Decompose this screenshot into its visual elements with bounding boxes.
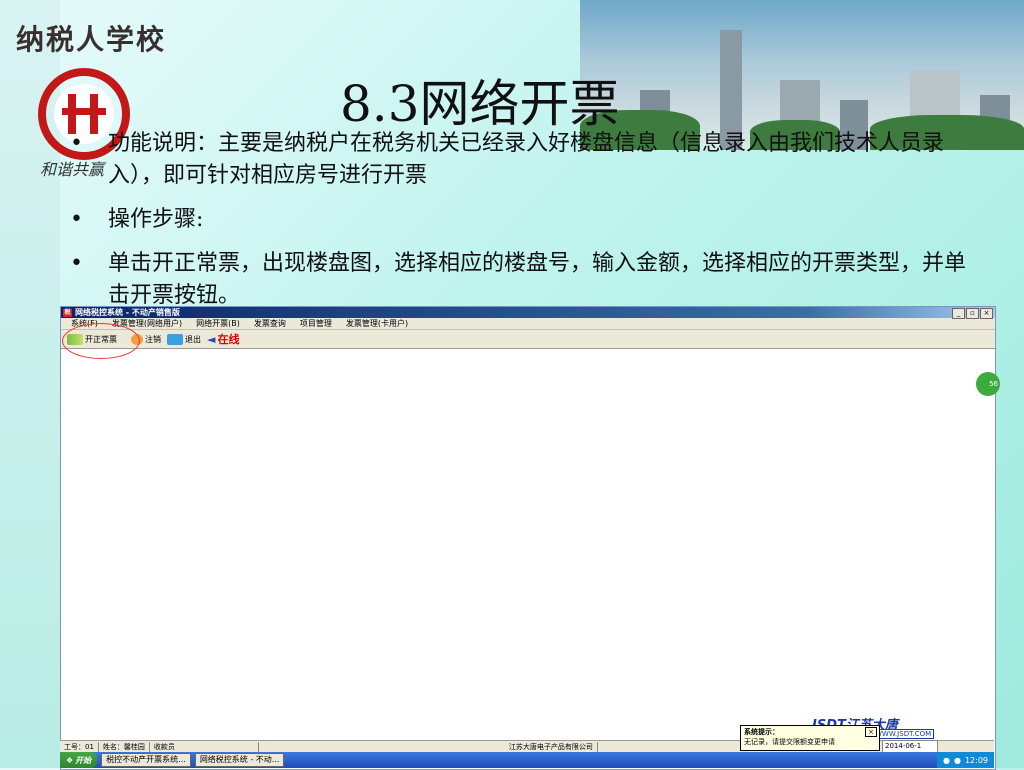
highlight-circle: [62, 323, 140, 359]
slide-title: 8.3网络开票: [340, 75, 620, 133]
exit-icon: [167, 333, 183, 345]
online-label: 在线: [217, 333, 240, 346]
school-title: 纳税人学校: [16, 23, 167, 56]
bullet-dot-icon: •: [70, 131, 83, 156]
system-notice-popup: 系统提示： 无记录，请提交限额变更申请 ×: [740, 725, 880, 751]
bullet-text: 操作步骤:: [108, 207, 204, 232]
start-label: 开始: [75, 755, 92, 765]
menu-network-invoicing[interactable]: 网络开票(B): [196, 318, 240, 329]
taskbar: ❖ 开始 税控不动产开票系统... 网络税控系统 - 不动... ● ● 12:…: [60, 752, 994, 768]
side-badge: 56: [976, 372, 1000, 396]
windows-icon: ❖: [66, 755, 74, 765]
app-icon: 税: [63, 308, 72, 317]
start-button[interactable]: ❖ 开始: [60, 752, 98, 768]
cancel-label: 注销: [145, 334, 161, 344]
app-window: 税 网络税控系统 - 不动产销售版 _ ▫ × 系统(F) 发票管理(网络用户)…: [60, 306, 996, 770]
close-button[interactable]: ×: [980, 308, 993, 319]
popup-close-button[interactable]: ×: [865, 727, 877, 737]
bullet-dot-icon: •: [70, 207, 83, 232]
status-role: 收款员: [150, 741, 259, 752]
exit-button[interactable]: 退出: [167, 333, 201, 345]
status-company: 江苏大唐电子产品有限公司: [259, 741, 598, 752]
bullet-dot-icon: •: [70, 251, 83, 276]
menu-invoice-mgmt-card[interactable]: 发票管理(卡用户): [346, 318, 408, 329]
window-title-bar[interactable]: 税 网络税控系统 - 不动产销售版: [61, 307, 995, 318]
bullet-text: 单击开正常票，出现楼盘图，选择相应的楼盘号，输入金额，选择相应的开票类型，并单击…: [108, 251, 967, 308]
popup-text: 无记录，请提交限额变更申请: [744, 738, 835, 746]
bullet-text: 功能说明：主要是纳税户在税务机关已经录入好楼盘信息（信息录入由我们技术人员录入）…: [108, 131, 945, 188]
bullet-item: • 操作步骤:: [70, 204, 970, 236]
bullet-list: • 功能说明：主要是纳税户在税务机关已经录入好楼盘信息（信息录入由我们技术人员录…: [70, 128, 970, 324]
status-name: 姓名：馨桂园: [99, 741, 150, 752]
popup-title: 系统提示：: [744, 728, 779, 736]
brand-url: WWW.JSDT.COM: [872, 729, 935, 739]
exit-label: 退出: [185, 334, 201, 344]
window-controls: _ ▫ ×: [952, 308, 993, 319]
taskbar-item[interactable]: 税控不动产开票系统...: [101, 753, 191, 767]
menu-invoice-query[interactable]: 发票查询: [254, 318, 286, 329]
arrow-icon: ◄: [207, 332, 216, 346]
bullet-item: • 功能说明：主要是纳税户在税务机关已经录入好楼盘信息（信息录入由我们技术人员录…: [70, 128, 970, 192]
restore-button[interactable]: ▫: [966, 308, 979, 319]
toolbar: 开正常票 注销 退出 ◄ 在线: [61, 330, 995, 349]
minimize-button[interactable]: _: [952, 308, 965, 319]
menu-bar: 系统(F) 发票管理(网络用户) 网络开票(B) 发票查询 项目管理 发票管理(…: [61, 318, 995, 330]
online-status: ◄ 在线: [207, 331, 239, 347]
bullet-item: • 单击开正常票，出现楼盘图，选择相应的楼盘号，输入金额，选择相应的开票类型，并…: [70, 248, 970, 312]
clock: 12:09: [964, 755, 988, 765]
menu-project-mgmt[interactable]: 项目管理: [300, 318, 332, 329]
window-title: 网络税控系统 - 不动产销售版: [75, 308, 180, 317]
tray-icon: ●: [942, 755, 950, 765]
tray-icon: ●: [953, 755, 961, 765]
system-tray: ● ● 12:09: [936, 752, 994, 768]
status-job-no: 工号：01: [60, 741, 99, 752]
taskbar-item[interactable]: 网络税控系统 - 不动...: [194, 753, 285, 767]
